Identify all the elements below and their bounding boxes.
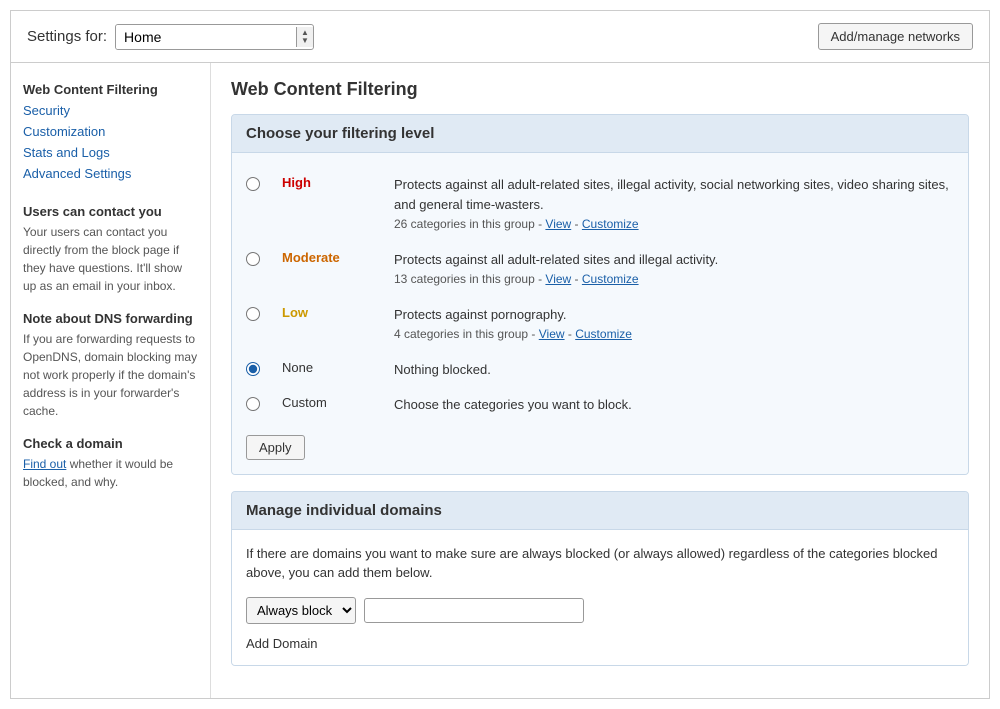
apply-button[interactable]: Apply <box>246 435 305 460</box>
desc-col-high: Protects against all adult-related sites… <box>394 175 954 234</box>
filter-label-high: High <box>282 175 311 190</box>
content-area: Web Content Filtering Choose your filter… <box>211 63 989 698</box>
label-col-high: High <box>282 175 382 190</box>
cat-info-low: 4 categories in this group - View - Cust… <box>394 327 632 341</box>
customize-link-high[interactable]: Customize <box>582 217 639 231</box>
select-arrows-icon[interactable]: ▲ ▼ <box>296 27 313 47</box>
sidebar-item-stats-and-logs[interactable]: Stats and Logs <box>23 142 198 163</box>
domain-input[interactable] <box>364 598 584 623</box>
filter-label-moderate: Moderate <box>282 250 340 265</box>
sidebar-section-dns-forwarding-body: If you are forwarding requests to OpenDN… <box>23 330 198 420</box>
settings-for-label: Settings for: <box>27 28 107 45</box>
radio-col-high[interactable] <box>246 175 270 194</box>
filtering-panel-body: High Protects against all adult-related … <box>232 153 968 474</box>
add-manage-networks-button[interactable]: Add/manage networks <box>818 23 973 50</box>
manage-panel-description: If there are domains you want to make su… <box>246 544 954 583</box>
sidebar-item-advanced-settings[interactable]: Advanced Settings <box>23 163 198 184</box>
sidebar-nav: Web Content Filtering Security Customiza… <box>23 79 198 184</box>
view-link-low[interactable]: View <box>539 327 565 341</box>
sidebar-section-users-contact-title: Users can contact you <box>23 204 198 219</box>
sidebar-section-users-contact: Users can contact you Your users can con… <box>23 204 198 295</box>
label-col-moderate: Moderate <box>282 250 382 265</box>
always-block-select[interactable]: Always block Never block <box>246 597 356 624</box>
radio-col-low[interactable] <box>246 305 270 324</box>
sidebar-section-users-contact-body: Your users can contact you directly from… <box>23 223 198 295</box>
network-select[interactable]: Home <box>116 25 296 49</box>
filter-label-none: None <box>282 360 313 375</box>
customize-link-moderate[interactable]: Customize <box>582 272 639 286</box>
filtering-panel-header: Choose your filtering level <box>232 115 968 153</box>
sidebar-section-check-domain-body: Find out whether it would be blocked, an… <box>23 455 198 491</box>
customize-link-low[interactable]: Customize <box>575 327 632 341</box>
add-domain-link[interactable]: Add Domain <box>246 636 954 651</box>
manage-panel: Manage individual domains If there are d… <box>231 491 969 666</box>
sidebar-section-dns-forwarding-title: Note about DNS forwarding <box>23 311 198 326</box>
radio-high[interactable] <box>246 177 260 191</box>
domain-controls: Always block Never block <box>246 597 954 624</box>
filtering-panel: Choose your filtering level High Protect… <box>231 114 969 475</box>
label-col-low: Low <box>282 305 382 320</box>
sidebar-section-check-domain: Check a domain Find out whether it would… <box>23 436 198 491</box>
label-col-none: None <box>282 360 382 375</box>
find-out-link[interactable]: Find out <box>23 457 66 471</box>
cat-info-high: 26 categories in this group - View - Cus… <box>394 217 639 231</box>
filter-row-low: Low Protects against pornography. 4 cate… <box>246 297 954 352</box>
view-link-high[interactable]: View <box>545 217 571 231</box>
radio-none[interactable] <box>246 362 260 376</box>
sidebar: Web Content Filtering Security Customiza… <box>11 63 211 698</box>
radio-col-moderate[interactable] <box>246 250 270 269</box>
radio-col-none[interactable] <box>246 360 270 379</box>
radio-col-custom[interactable] <box>246 395 270 414</box>
desc-col-none: Nothing blocked. <box>394 360 954 380</box>
view-link-moderate[interactable]: View <box>545 272 571 286</box>
sidebar-item-security[interactable]: Security <box>23 100 198 121</box>
manage-panel-body: If there are domains you want to make su… <box>232 530 968 665</box>
header: Settings for: Home ▲ ▼ Add/manage networ… <box>11 11 989 63</box>
filter-label-low: Low <box>282 305 308 320</box>
radio-moderate[interactable] <box>246 252 260 266</box>
radio-low[interactable] <box>246 307 260 321</box>
sidebar-item-customization[interactable]: Customization <box>23 121 198 142</box>
main-layout: Web Content Filtering Security Customiza… <box>11 63 989 698</box>
filter-row-moderate: Moderate Protects against all adult-rela… <box>246 242 954 297</box>
manage-panel-header: Manage individual domains <box>232 492 968 530</box>
sidebar-section-check-domain-title: Check a domain <box>23 436 198 451</box>
sidebar-item-web-content-filtering[interactable]: Web Content Filtering <box>23 79 198 100</box>
desc-col-moderate: Protects against all adult-related sites… <box>394 250 954 289</box>
label-col-custom: Custom <box>282 395 382 410</box>
radio-custom[interactable] <box>246 397 260 411</box>
content-title: Web Content Filtering <box>231 79 969 100</box>
desc-col-low: Protects against pornography. 4 categori… <box>394 305 954 344</box>
desc-col-custom: Choose the categories you want to block. <box>394 395 954 415</box>
filter-row-custom: Custom Choose the categories you want to… <box>246 387 954 423</box>
filter-row-high: High Protects against all adult-related … <box>246 167 954 242</box>
filter-label-custom: Custom <box>282 395 327 410</box>
filter-row-none: None Nothing blocked. <box>246 352 954 388</box>
header-left: Settings for: Home ▲ ▼ <box>27 24 314 50</box>
cat-info-moderate: 13 categories in this group - View - Cus… <box>394 272 639 286</box>
sidebar-section-dns-forwarding: Note about DNS forwarding If you are for… <box>23 311 198 420</box>
network-select-wrapper[interactable]: Home ▲ ▼ <box>115 24 314 50</box>
